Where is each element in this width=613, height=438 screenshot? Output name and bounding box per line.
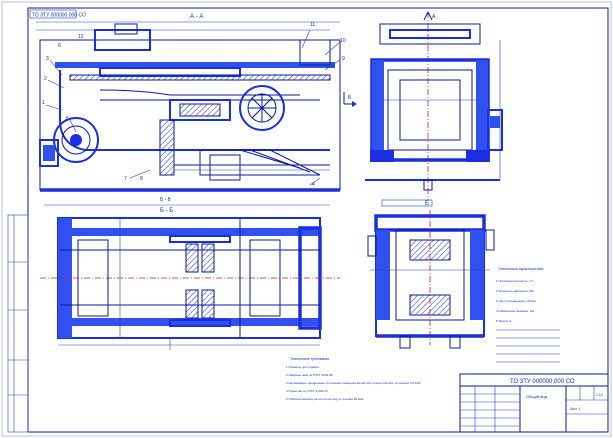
notes-left-line-4: 4 Покрытие по ГОСТ 9.032-74. [286, 389, 329, 393]
front-view: А - А 1 2 3 4 5 6 7 8 9 10 11 12 Б Б - Б [36, 14, 357, 203]
title-block: ТО ЗТУ 000000.000 СО Общий вид 1:10 Лист… [459, 373, 609, 433]
section-view: Б [367, 199, 495, 349]
notes-left-line-1: 1 Размеры для справок. [286, 365, 320, 369]
notes-left-line-2: 2 Сварные швы по ГОСТ 5264-80. [286, 373, 334, 377]
side-view: А [365, 10, 503, 200]
technical-characteristics: Техническая характеристика 1 Производите… [496, 267, 560, 363]
callout-11: 11 [310, 22, 315, 28]
callout-4: 4 [312, 182, 315, 188]
plan-gear-lower [169, 289, 231, 327]
plan-gear-upper [169, 235, 231, 273]
notes-left-line-5: 5 Обкатать машину на холостом ходу в теч… [286, 397, 364, 401]
callout-1: 1 [42, 100, 45, 106]
front-support-hatched [159, 119, 175, 176]
binding-strip [7, 214, 29, 433]
technical-requirements: Технические требования 1 Размеры для спр… [286, 357, 421, 401]
title-name: Общий вид [526, 394, 548, 399]
notes-right-line-1: 1 Производительность, т/ч [496, 279, 533, 283]
corner-stamp: ТО ЗТУ 000000.000 СО [29, 9, 86, 19]
callout-9: 9 [342, 56, 345, 62]
drawing-sheet: ТО ЗТУ 000000.000 СО А - А 1 2 3 4 5 6 7… [1, 1, 612, 437]
title-designation: ТО ЗТУ 000000.000 СО [510, 379, 575, 385]
callout-12: 12 [78, 34, 84, 40]
notes-right-line-4: 4 Габаритные размеры, мм [496, 309, 534, 313]
section-bb-label: Б - Б [160, 208, 173, 214]
callout-6: 6 [58, 43, 61, 49]
callout-7: 7 [124, 176, 127, 182]
callout-2: 2 [44, 76, 47, 82]
plan-view: Б - Б [40, 204, 340, 350]
notes-right-line-2: 2 Мощность двигателя, кВт [496, 289, 535, 293]
title-scale: 1:10 [596, 393, 603, 397]
notes-right-heading: Техническая характеристика [498, 267, 543, 271]
side-housing [370, 58, 490, 162]
callout-8: 8 [140, 176, 143, 182]
view-arrow-b-label: Б [348, 95, 352, 101]
callout-5: 5 [66, 116, 69, 122]
section-bb-mark: Б - Б [160, 197, 172, 203]
title-sheet: Лист 1 [570, 407, 580, 411]
notes-left-heading: Технические требования [290, 357, 329, 361]
notes-left-line-3: 3 Неуказанные предельные отклонения разм… [286, 381, 421, 385]
corner-stamp-text: ТО ЗТУ 000000.000 СО [32, 13, 86, 19]
section-aa-label: А - А [190, 14, 203, 20]
callout-10: 10 [340, 38, 346, 44]
notes-right-line-5: 5 Масса, кг [496, 319, 511, 323]
callout-3: 3 [46, 56, 49, 62]
notes-right-line-3: 3 Частота вращения, об/мин [496, 299, 536, 303]
view-arrow-b: Б [343, 92, 357, 107]
view-a-label: А [432, 14, 436, 20]
